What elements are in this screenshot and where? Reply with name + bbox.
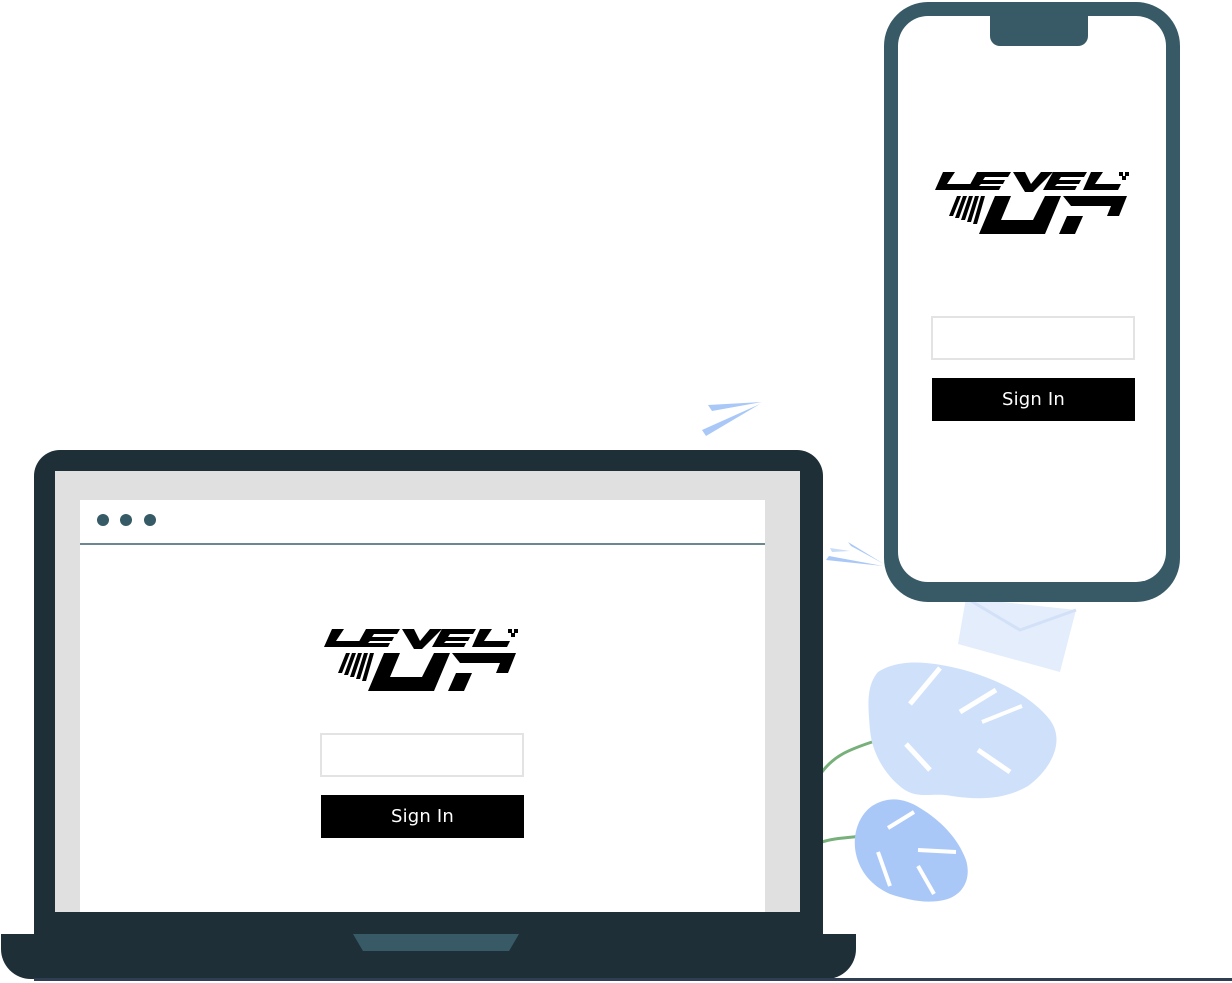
sign-in-button-mobile[interactable]: Sign In — [932, 378, 1135, 421]
username-input-mobile[interactable] — [931, 316, 1135, 360]
browser-window-dot[interactable] — [97, 514, 109, 526]
sign-in-button[interactable]: Sign In — [321, 795, 524, 838]
leaf-stem — [820, 740, 873, 773]
level-up-logo-icon — [324, 629, 518, 691]
browser-window — [80, 500, 765, 912]
username-input[interactable] — [320, 733, 524, 777]
laptop-trackpad-notch — [353, 934, 519, 951]
floor-line — [34, 978, 1232, 981]
browser-window-dot[interactable] — [120, 514, 132, 526]
illustration-stage: Sign In Sign In — [0, 0, 1232, 983]
envelope-icon — [958, 596, 1077, 672]
paper-plane-shard — [830, 548, 850, 552]
phone-notch — [990, 14, 1088, 46]
browser-title-bar — [80, 500, 765, 545]
level-up-logo — [933, 170, 1133, 236]
paper-plane-shard — [708, 402, 762, 411]
paper-plane-shard — [826, 556, 883, 566]
level-up-logo — [322, 627, 522, 693]
level-up-logo-icon — [935, 172, 1129, 234]
browser-window-dot[interactable] — [144, 514, 156, 526]
monstera-leaf — [868, 662, 1057, 799]
phone-screen — [898, 16, 1166, 582]
